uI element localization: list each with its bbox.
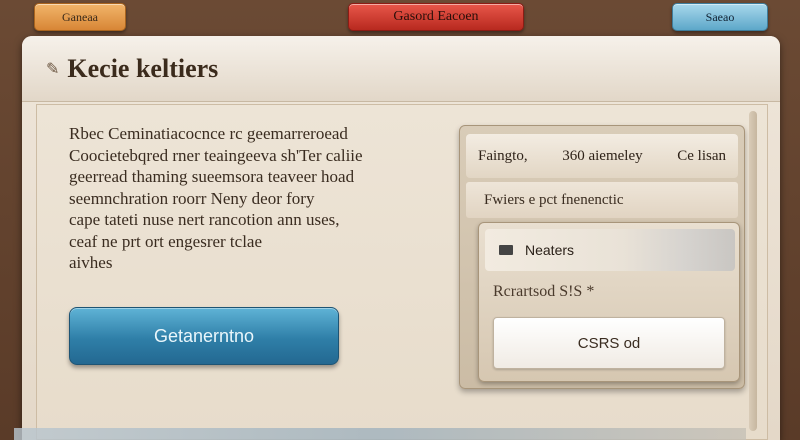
panel-header: Faingto, 360 aiemeley Ce lisan <box>466 134 738 178</box>
main-window: ✎ Kecie keltiers Rbec Ceminatiacocnce rc… <box>22 36 780 440</box>
panel-header-mid: 360 aiemeley <box>562 147 643 164</box>
window-title-bar: ✎ Kecie keltiers <box>22 36 780 102</box>
description-line: Coocietebqred rner teaingeeva sh'Ter cal… <box>69 145 363 165</box>
description-line: seemnchration roorr Neny deor fory <box>69 188 315 208</box>
card-row[interactable]: Neaters <box>485 229 735 271</box>
top-right-button[interactable]: Saeao <box>672 3 768 31</box>
pencil-icon: ✎ <box>46 60 60 78</box>
card-label: Rcrartsod S!S * <box>493 283 595 300</box>
panel-header-right: Ce lisan <box>677 147 726 164</box>
card-row-label: Neaters <box>525 242 575 258</box>
window-title: Kecie keltiers <box>67 53 219 83</box>
description-line: aivhes <box>69 253 113 272</box>
description-line: geerread thaming sueemsora teaveer hoad <box>69 167 355 186</box>
top-left-button[interactable]: Ganeaa <box>34 3 126 31</box>
panel-header-left: Faingto, <box>478 147 528 164</box>
panel-subheader[interactable]: Fwiers e pct fnenenctic <box>466 182 738 218</box>
side-panel: Faingto, 360 aiemeley Ce lisan Fwiers e … <box>459 125 745 389</box>
card-button[interactable]: CSRS od <box>493 317 725 369</box>
description-line: Rbec Ceminatiacocnce rc geemarreroead <box>69 124 348 143</box>
menu-icon <box>499 245 513 255</box>
bottom-strip <box>14 428 746 440</box>
content-area: Rbec Ceminatiacocnce rc geemarreroead Co… <box>36 104 768 440</box>
primary-action-button[interactable]: Getanerntno <box>69 307 339 365</box>
description-text: Rbec Ceminatiacocnce rc geemarreroead Co… <box>69 123 449 274</box>
inner-card: Neaters Rcrartsod S!S * CSRS od <box>478 222 740 382</box>
description-line: cape tateti nuse nert rancotion ann uses… <box>69 210 340 229</box>
description-line: ceaf ne prt ort engesrer tclae <box>69 231 263 251</box>
top-center-button[interactable]: Gasord Eacoen <box>348 3 524 31</box>
scrollbar[interactable] <box>749 111 757 431</box>
